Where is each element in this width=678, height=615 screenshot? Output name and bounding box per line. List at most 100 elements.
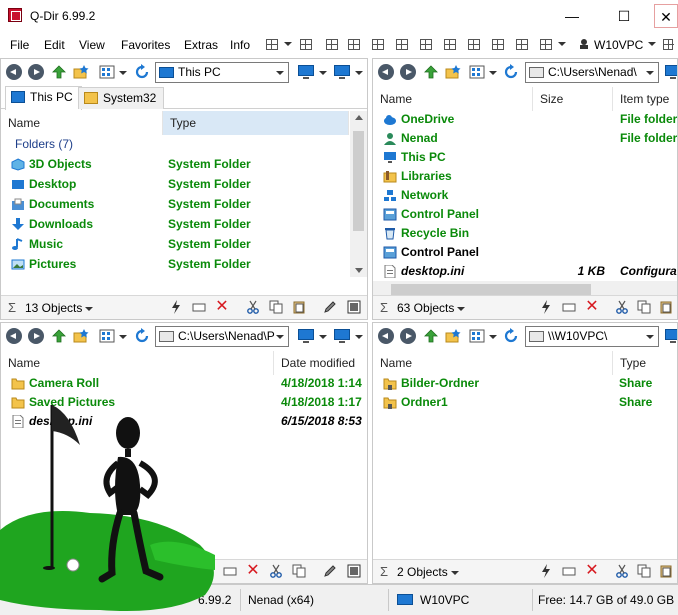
cut-icon[interactable] — [615, 564, 629, 578]
address-bar[interactable]: This PC — [155, 62, 289, 83]
tab-this-pc[interactable]: This PC — [5, 86, 82, 110]
scroll-thumb[interactable] — [353, 131, 364, 231]
layout-2-pane-icon[interactable] — [348, 39, 360, 50]
menu-extras[interactable]: Extras — [184, 38, 218, 52]
address-bar[interactable]: C:\Users\Nenad\P — [155, 326, 289, 347]
list-item[interactable]: Music System Folder — [1, 235, 367, 254]
copy-icon[interactable] — [269, 300, 283, 314]
close-button[interactable]: ✕ — [654, 4, 678, 28]
properties-icon[interactable] — [347, 300, 361, 314]
list-item[interactable]: 3D Objects System Folder — [1, 155, 367, 174]
forward-button[interactable] — [28, 64, 44, 80]
edit-pen-icon[interactable] — [323, 564, 337, 578]
paste-icon[interactable] — [292, 300, 306, 314]
chevron-down-icon[interactable] — [646, 71, 654, 75]
layout-custom-icon[interactable] — [540, 39, 552, 50]
refresh-icon[interactable] — [503, 64, 519, 80]
back-button[interactable] — [6, 64, 22, 80]
list-item[interactable]: desktop.ini 1 KB Configura — [373, 262, 677, 281]
paste-icon[interactable] — [659, 300, 673, 314]
address-bar[interactable]: \\W10VPC\ — [525, 326, 659, 347]
list-item[interactable]: Downloads System Folder — [1, 215, 367, 234]
minimize-button[interactable]: — — [552, 4, 592, 28]
column-item-type[interactable]: Item type — [613, 87, 677, 111]
chevron-down-icon[interactable] — [558, 42, 566, 46]
list-item[interactable]: Recycle Bin — [373, 224, 677, 243]
desktop-shortcut-icon[interactable] — [665, 65, 677, 79]
maximize-button[interactable]: ☐ — [604, 4, 644, 28]
chevron-down-icon[interactable] — [276, 71, 284, 75]
object-count[interactable]: 2 Objects — [397, 565, 448, 579]
list-item[interactable]: Bilder-Ordner Share — [373, 374, 677, 393]
up-arrow-icon[interactable] — [51, 328, 67, 344]
back-button[interactable] — [378, 328, 394, 344]
delete-icon[interactable]: ✕ — [215, 299, 229, 315]
view-mode-icon[interactable] — [99, 64, 115, 80]
layout-horizontal-icon[interactable] — [396, 39, 408, 50]
group-header[interactable]: Folders (7) — [15, 137, 73, 151]
cut-icon[interactable] — [246, 300, 260, 314]
list-item[interactable]: Network — [373, 186, 677, 205]
desktop-shortcut-icon[interactable] — [298, 329, 314, 343]
column-name[interactable]: Name — [1, 111, 163, 135]
refresh-icon[interactable] — [503, 328, 519, 344]
forward-button[interactable] — [28, 328, 44, 344]
layout-grid-icon[interactable] — [266, 39, 278, 50]
copy-icon[interactable] — [292, 564, 306, 578]
column-name[interactable]: Name — [373, 87, 533, 111]
chevron-down-icon[interactable] — [319, 335, 327, 339]
delete-icon[interactable]: ✕ — [246, 563, 260, 579]
list-item[interactable]: Desktop System Folder — [1, 175, 367, 194]
layout-4-pane-icon[interactable] — [300, 39, 312, 50]
copy-icon[interactable] — [637, 564, 651, 578]
column-name[interactable]: Name — [1, 351, 274, 375]
chevron-down-icon[interactable] — [355, 71, 363, 75]
rename-icon[interactable] — [223, 564, 237, 578]
delete-icon[interactable]: ✕ — [585, 299, 599, 315]
list-item[interactable]: Camera Roll 4/18/2018 1:14 — [1, 374, 367, 393]
forward-button[interactable] — [400, 64, 416, 80]
rename-icon[interactable] — [562, 300, 576, 314]
scroll-down-arrow[interactable] — [355, 268, 363, 273]
list-item[interactable]: OneDrive File folder — [373, 110, 677, 129]
layout-3-top-icon[interactable] — [468, 39, 480, 50]
chevron-down-icon[interactable] — [489, 335, 497, 339]
up-arrow-icon[interactable] — [51, 64, 67, 80]
computer-shortcut-icon[interactable] — [334, 329, 350, 343]
menu-favorites[interactable]: Favorites — [121, 38, 170, 52]
vertical-scrollbar[interactable] — [350, 111, 367, 277]
object-count[interactable]: 63 Objects — [397, 301, 454, 315]
list-item[interactable]: Ordner1 Share — [373, 393, 677, 412]
new-folder-icon[interactable] — [445, 64, 461, 80]
menu-info[interactable]: Info — [230, 38, 250, 52]
host-name[interactable]: W10VPC — [594, 38, 643, 52]
layout-single-icon[interactable] — [516, 39, 528, 50]
chevron-down-icon[interactable] — [457, 307, 465, 311]
address-bar[interactable]: C:\Users\Nenad\ — [525, 62, 659, 83]
new-folder-icon[interactable] — [73, 64, 89, 80]
chevron-down-icon[interactable] — [489, 71, 497, 75]
object-count[interactable]: 13 Objects — [25, 301, 82, 315]
column-name[interactable]: Name — [373, 351, 613, 375]
layout-vertical-icon[interactable] — [372, 39, 384, 50]
list-item[interactable]: Control Panel — [373, 243, 677, 262]
layout-3-right-icon[interactable] — [444, 39, 456, 50]
up-arrow-icon[interactable] — [423, 64, 439, 80]
menu-view[interactable]: View — [79, 38, 105, 52]
back-button[interactable] — [378, 64, 394, 80]
chevron-down-icon[interactable] — [319, 71, 327, 75]
column-type[interactable]: Type — [163, 111, 349, 135]
lightning-icon[interactable] — [539, 564, 553, 578]
chevron-down-icon[interactable] — [648, 42, 656, 46]
column-type[interactable]: Type — [613, 351, 677, 375]
refresh-icon[interactable] — [134, 328, 150, 344]
back-button[interactable] — [6, 328, 22, 344]
layout-3-left-icon[interactable] — [420, 39, 432, 50]
new-folder-icon[interactable] — [73, 328, 89, 344]
copy-icon[interactable] — [637, 300, 651, 314]
computer-shortcut-icon[interactable] — [334, 65, 350, 79]
rename-icon[interactable] — [192, 300, 206, 314]
refresh-icon[interactable] — [134, 64, 150, 80]
view-mode-icon[interactable] — [99, 328, 115, 344]
layout-3-bottom-icon[interactable] — [492, 39, 504, 50]
